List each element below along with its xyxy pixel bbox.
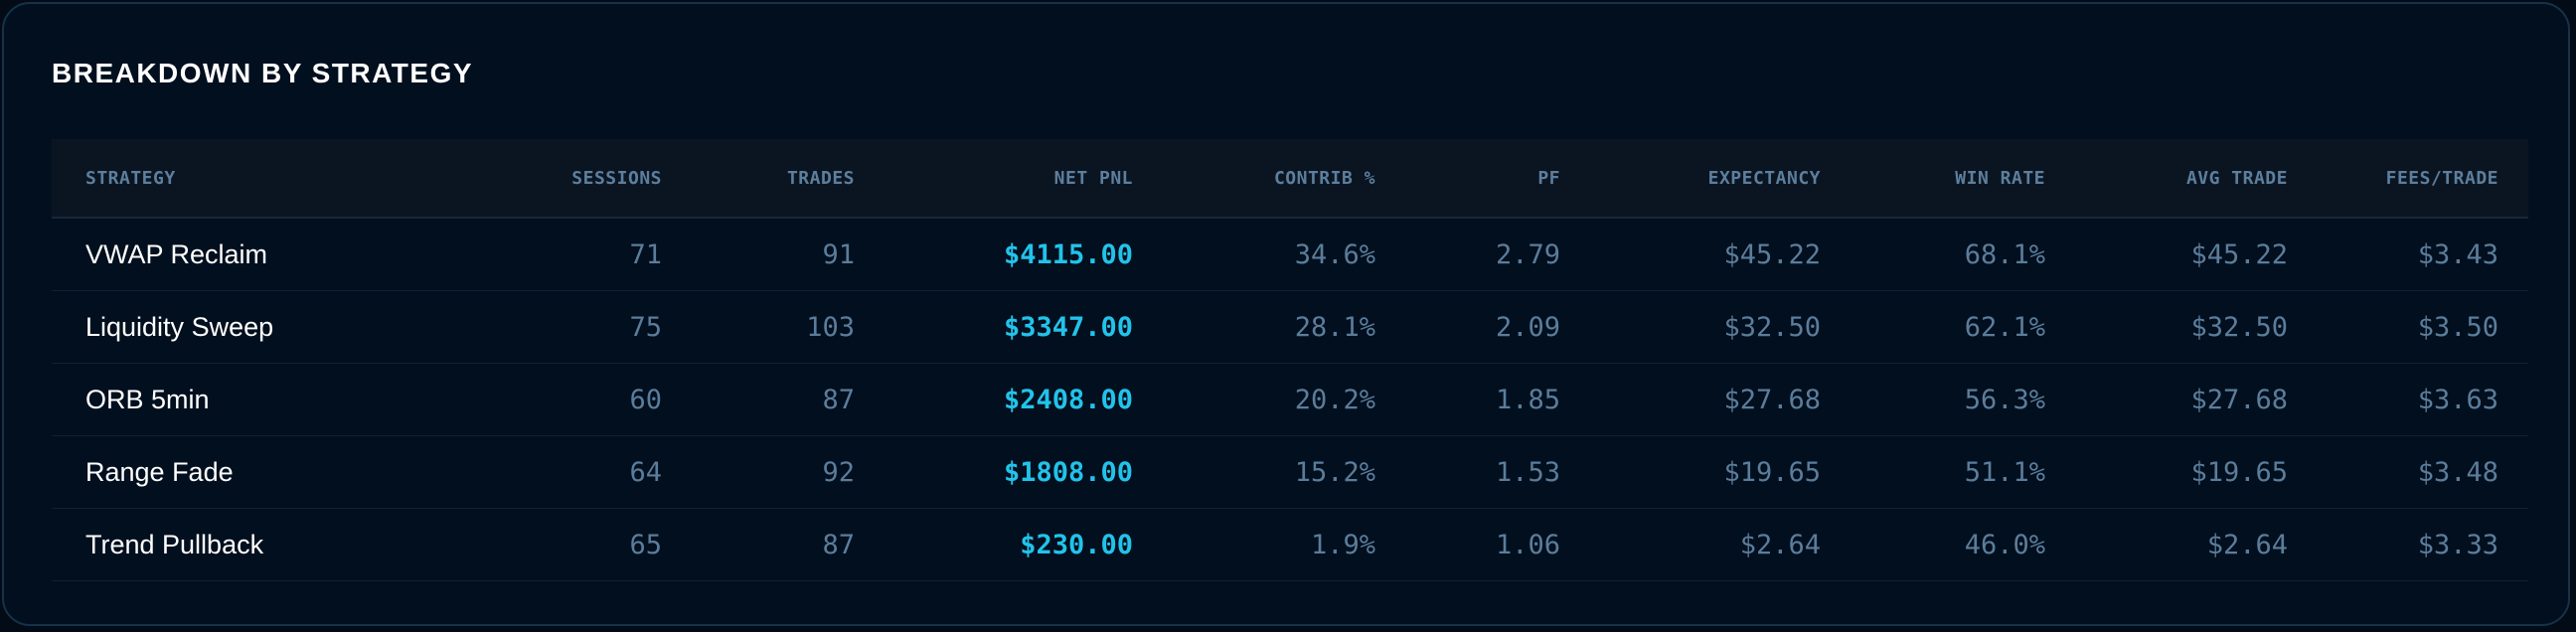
expectancy-value: $27.68 (1723, 384, 1821, 415)
net-pnl-value: $2408.00 (1003, 384, 1133, 415)
contrib-value: 15.2% (1294, 456, 1375, 488)
table-row[interactable]: Range Fade 64 92 $1808.00 15.2% 1.53 $19… (52, 436, 2528, 509)
win-rate-value: 56.3% (1964, 384, 2045, 415)
win-rate-value: 46.0% (1964, 529, 2045, 560)
table-header-row: STRATEGY SESSIONS TRADES NET PNL CONTRIB… (52, 139, 2528, 219)
contrib-value: 34.6% (1294, 238, 1375, 270)
table-row[interactable]: Trend Pullback 65 87 $230.00 1.9% 1.06 $… (52, 509, 2528, 581)
column-header-sessions[interactable]: SESSIONS (429, 139, 662, 217)
pf-value: 2.09 (1495, 311, 1560, 343)
fees-per-trade-value: $3.43 (2417, 238, 2498, 270)
strategy-name: Trend Pullback (85, 529, 264, 559)
strategy-table: STRATEGY SESSIONS TRADES NET PNL CONTRIB… (52, 139, 2528, 581)
trades-value: 103 (806, 311, 855, 343)
trades-value: 91 (822, 238, 855, 270)
win-rate-value: 62.1% (1964, 311, 2045, 343)
avg-trade-value: $32.50 (2190, 311, 2288, 343)
column-header-avg-trade[interactable]: AVG TRADE (2059, 139, 2288, 217)
sessions-value: 64 (629, 456, 662, 488)
avg-trade-value: $2.64 (2206, 529, 2288, 560)
strategy-name: Range Fade (85, 456, 234, 487)
strategy-breakdown-panel: BREAKDOWN BY STRATEGY STRATEGY SESSIONS … (2, 2, 2570, 626)
avg-trade-value: $27.68 (2190, 384, 2288, 415)
avg-trade-value: $45.22 (2190, 238, 2288, 270)
column-header-win-rate[interactable]: WIN RATE (1831, 139, 2045, 217)
sessions-value: 60 (629, 384, 662, 415)
pf-value: 1.53 (1495, 456, 1560, 488)
table-row[interactable]: VWAP Reclaim 71 91 $4115.00 34.6% 2.79 $… (52, 219, 2528, 291)
column-header-net-pnl[interactable]: NET PNL (867, 139, 1133, 217)
sessions-value: 75 (629, 311, 662, 343)
column-header-contrib[interactable]: CONTRIB % (1145, 139, 1375, 217)
contrib-value: 28.1% (1294, 311, 1375, 343)
column-header-strategy[interactable]: STRATEGY (85, 139, 384, 217)
pf-value: 1.85 (1495, 384, 1560, 415)
fees-per-trade-value: $3.50 (2417, 311, 2498, 343)
pf-value: 1.06 (1495, 529, 1560, 560)
trades-value: 92 (822, 456, 855, 488)
column-header-pf[interactable]: PF (1393, 139, 1560, 217)
trades-value: 87 (822, 529, 855, 560)
net-pnl-value: $3347.00 (1003, 311, 1133, 343)
table-row[interactable]: Liquidity Sweep 75 103 $3347.00 28.1% 2.… (52, 291, 2528, 364)
column-header-fees-per-trade[interactable]: FEES/TRADE (2300, 139, 2498, 217)
net-pnl-value: $230.00 (1020, 529, 1133, 560)
contrib-value: 20.2% (1294, 384, 1375, 415)
expectancy-value: $19.65 (1723, 456, 1821, 488)
column-header-expectancy[interactable]: EXPECTANCY (1572, 139, 1821, 217)
strategy-name: Liquidity Sweep (85, 311, 274, 342)
table-row[interactable]: ORB 5min 60 87 $2408.00 20.2% 1.85 $27.6… (52, 364, 2528, 436)
net-pnl-value: $1808.00 (1003, 456, 1133, 488)
panel-title: BREAKDOWN BY STRATEGY (52, 58, 474, 88)
avg-trade-value: $19.65 (2190, 456, 2288, 488)
sessions-value: 71 (629, 238, 662, 270)
sessions-value: 65 (629, 529, 662, 560)
strategy-name: ORB 5min (85, 384, 210, 414)
pf-value: 2.79 (1495, 238, 1560, 270)
win-rate-value: 68.1% (1964, 238, 2045, 270)
expectancy-value: $2.64 (1739, 529, 1821, 560)
fees-per-trade-value: $3.33 (2417, 529, 2498, 560)
fees-per-trade-value: $3.63 (2417, 384, 2498, 415)
trades-value: 87 (822, 384, 855, 415)
expectancy-value: $32.50 (1723, 311, 1821, 343)
win-rate-value: 51.1% (1964, 456, 2045, 488)
strategy-name: VWAP Reclaim (85, 238, 268, 269)
fees-per-trade-value: $3.48 (2417, 456, 2498, 488)
column-header-trades[interactable]: TRADES (678, 139, 855, 217)
contrib-value: 1.9% (1310, 529, 1375, 560)
net-pnl-value: $4115.00 (1003, 238, 1133, 270)
expectancy-value: $45.22 (1723, 238, 1821, 270)
